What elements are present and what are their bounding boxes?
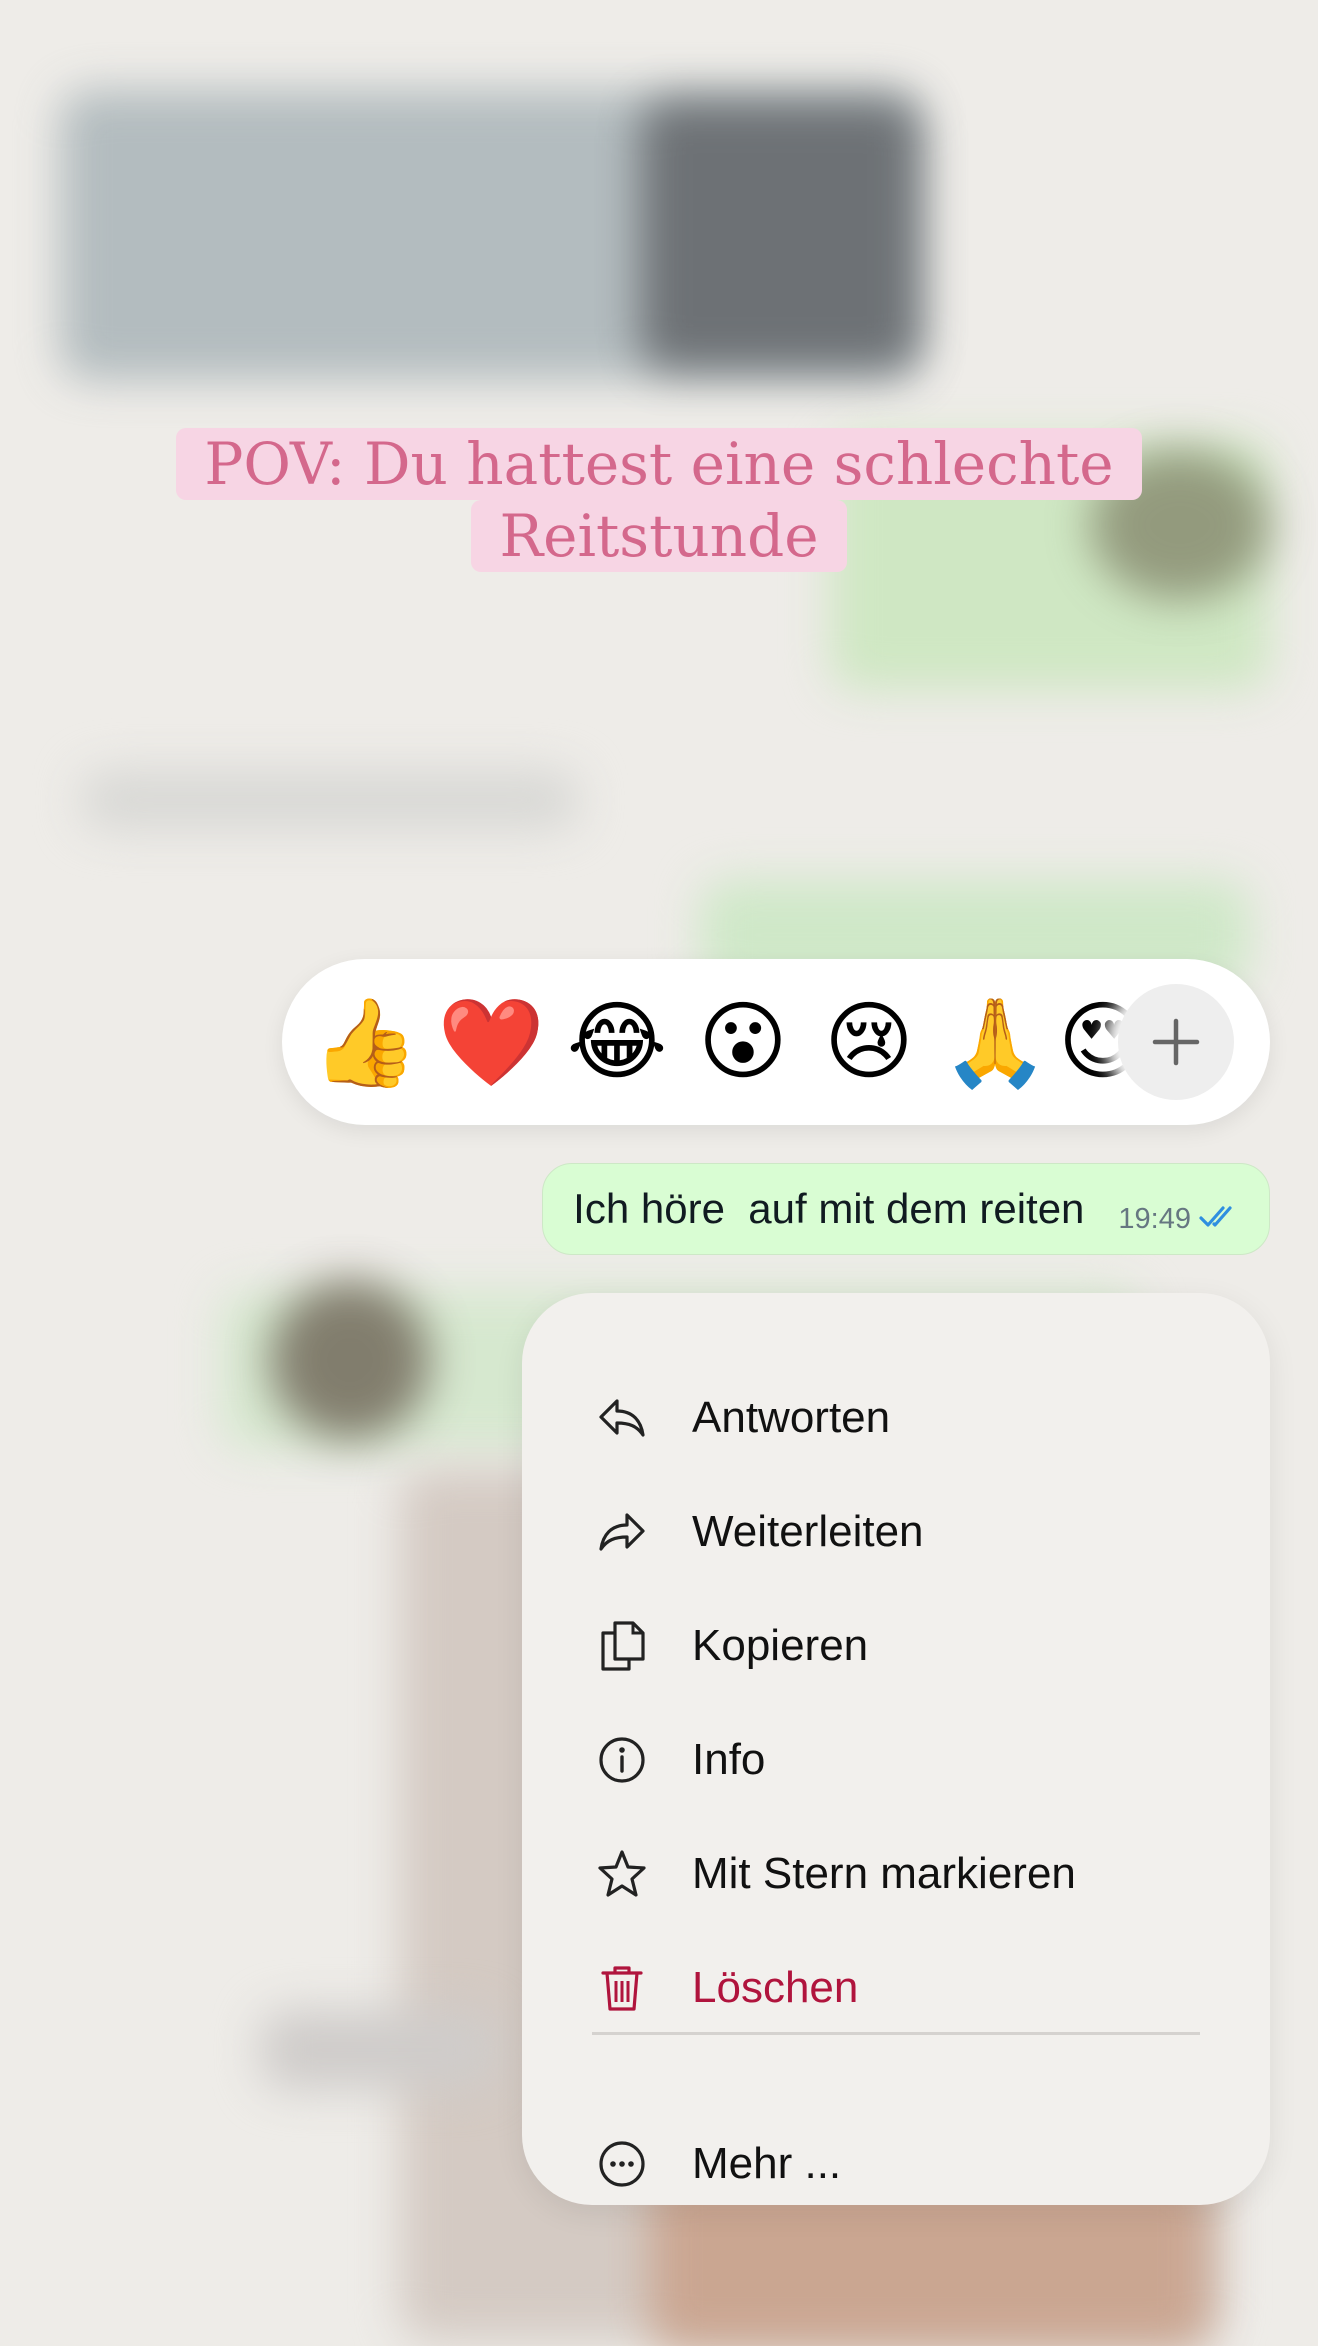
more-reactions-button[interactable]	[1118, 984, 1234, 1100]
menu-item-label: Antworten	[692, 1393, 891, 1442]
reply-icon	[592, 1388, 652, 1448]
plus-icon	[1152, 1018, 1200, 1066]
message-text: Ich höre auf mit dem reiten	[573, 1185, 1085, 1232]
menu-item-copy[interactable]: Kopieren	[592, 1601, 1212, 1691]
forward-icon	[592, 1502, 652, 1562]
blurred-text-line	[260, 2010, 500, 2090]
blurred-text-line	[80, 770, 580, 830]
surprised-reaction[interactable]: 😮	[680, 979, 806, 1105]
menu-item-label: Löschen	[692, 1963, 859, 2012]
menu-item-info[interactable]: Info	[592, 1715, 1212, 1805]
menu-item-label: Info	[692, 1735, 766, 1784]
caption-line-2: Reitstunde	[471, 500, 847, 572]
read-receipt-icon	[1199, 1204, 1239, 1235]
menu-item-more[interactable]: Mehr ...	[592, 2119, 1212, 2209]
selected-message-bubble[interactable]: Ich höre auf mit dem reiten 19:49	[542, 1163, 1270, 1255]
thumbs-up-reaction[interactable]: 👍	[302, 979, 428, 1105]
menu-item-label: Kopieren	[692, 1621, 869, 1670]
trash-icon	[592, 1958, 652, 2018]
blurred-avatar	[270, 1280, 430, 1440]
menu-item-reply[interactable]: Antworten	[592, 1373, 1212, 1463]
more-icon	[592, 2134, 652, 2194]
copy-icon	[592, 1616, 652, 1676]
menu-item-label: Weiterleiten	[692, 1507, 924, 1556]
heart-reaction[interactable]: ❤️	[428, 979, 554, 1105]
blurred-image-dark-area	[640, 100, 920, 370]
caption-line-1: POV: Du hattest eine schlechte	[176, 428, 1142, 500]
menu-item-delete[interactable]: Löschen	[592, 1943, 1212, 2033]
reaction-bar: 👍 ❤️ 😂 😮 😢 🙏 😍	[282, 959, 1270, 1125]
video-caption: POV: Du hattest eine schlechte Reitstund…	[0, 428, 1318, 572]
message-context-menu: Antworten Weiterleiten Kopieren Info Mit…	[522, 1293, 1270, 2205]
menu-item-label: Mehr ...	[692, 2139, 842, 2188]
praying-hands-reaction[interactable]: 🙏	[932, 979, 1058, 1105]
message-time: 19:49	[1118, 1202, 1191, 1235]
menu-item-label: Mit Stern markieren	[692, 1849, 1076, 1898]
menu-divider	[592, 2032, 1200, 2035]
menu-item-star[interactable]: Mit Stern markieren	[592, 1829, 1212, 1919]
reaction-emoji-row: 👍 ❤️ 😂 😮 😢 🙏 😍	[302, 959, 1148, 1125]
crying-reaction[interactable]: 😢	[806, 979, 932, 1105]
laughing-reaction[interactable]: 😂	[554, 979, 680, 1105]
menu-item-forward[interactable]: Weiterleiten	[592, 1487, 1212, 1577]
star-icon	[592, 1844, 652, 1904]
info-icon	[592, 1730, 652, 1790]
